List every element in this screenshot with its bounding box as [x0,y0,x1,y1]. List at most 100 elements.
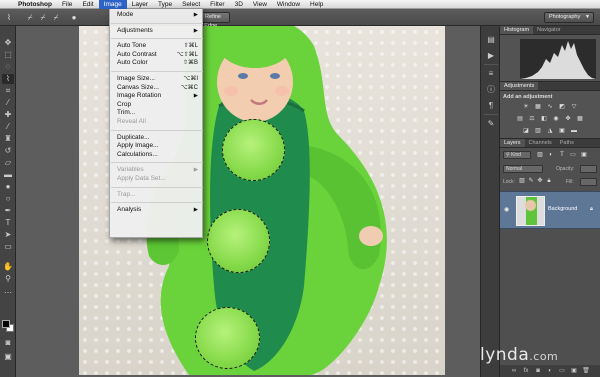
link-layers-icon[interactable]: ∞ [510,367,518,375]
history-brush-tool-icon[interactable]: ↺ [2,146,14,156]
menu-item-calculations[interactable]: Calculations... [110,151,204,159]
quick-selection-icon[interactable]: ⌇ [3,12,15,23]
type-filter-icon[interactable]: T [558,152,566,159]
info-panel-icon[interactable]: ⓘ [485,84,497,95]
threshold-icon[interactable]: ◮ [546,128,554,135]
pixel-filter-icon[interactable]: ▨ [536,152,544,159]
lock-all-icon[interactable]: 🔒︎ [545,178,553,185]
tab-layers[interactable]: Layers [500,139,525,147]
new-adjustment-layer-icon[interactable]: ◐ [546,367,554,375]
history-panel-icon[interactable]: ▤ [485,34,497,45]
menu-item-apply-image[interactable]: Apply Image... [110,142,204,150]
menu-image[interactable]: Image [98,0,127,9]
actions-panel-icon[interactable]: ▶ [485,50,497,61]
menu-view[interactable]: View [248,0,272,9]
brush-panel-icon[interactable]: ✎ [485,118,497,129]
menu-item-auto-tone[interactable]: Auto Tone ⇧⌘L [110,42,204,50]
fill-field[interactable] [580,178,597,186]
shape-filter-icon[interactable]: ▭ [569,152,577,159]
menu-item-duplicate[interactable]: Duplicate... [110,134,204,142]
tab-navigator[interactable]: Navigator [533,26,565,34]
menu-item-analysis[interactable]: Analysis ▶ [110,206,204,214]
foreground-color-swatch[interactable] [2,320,10,328]
layer-kind-filter[interactable]: ⚲ Kind [503,151,531,159]
channel-mixer-icon[interactable]: ✤ [564,116,572,123]
document-canvas[interactable] [16,26,480,377]
brightness-icon[interactable]: ☀ [522,104,530,111]
tab-paths[interactable]: Paths [556,139,578,147]
menu-help[interactable]: Help [305,0,328,9]
quick-mask-icon[interactable]: ◙ [2,338,14,348]
levels-icon[interactable]: ▦ [534,104,542,111]
menu-type[interactable]: Type [153,0,177,9]
healing-brush-tool-icon[interactable]: ✚ [2,110,14,120]
blend-mode-select[interactable]: Normal [503,165,543,173]
smart-object-filter-icon[interactable]: ▣ [580,152,588,159]
dodge-tool-icon[interactable]: ○ [2,194,14,204]
menu-item-image-rotation[interactable]: Image Rotation ▶ [110,92,204,100]
selective-color-icon[interactable]: ▣ [558,128,566,135]
menu-item-auto-contrast[interactable]: Auto Contrast ⌥⇧⌘L [110,51,204,59]
menu-item-crop[interactable]: Crop [110,101,204,109]
pen-tool-icon[interactable]: ✒ [2,206,14,216]
menu-select[interactable]: Select [177,0,205,9]
lock-pixels-icon[interactable]: ✎ [527,178,535,185]
delete-layer-icon[interactable]: 🗑︎ [582,367,590,375]
move-tool-icon[interactable]: ✥ [2,38,14,48]
lock-position-icon[interactable]: ✥ [536,178,544,185]
properties-panel-icon[interactable]: ≡ [485,68,497,79]
crop-tool-icon[interactable]: ⌗ [2,86,14,96]
opacity-field[interactable] [580,165,597,173]
clone-stamp-tool-icon[interactable]: ♜ [2,134,14,144]
posterize-icon[interactable]: ▥ [534,128,542,135]
blur-tool-icon[interactable]: ● [2,182,14,192]
color-balance-icon[interactable]: ⚖ [528,116,536,123]
pea-selection-bottom[interactable] [195,307,260,369]
menu-item-canvas-size[interactable]: Canvas Size... ⌥⌘C [110,84,204,92]
vibrance-icon[interactable]: ▽ [570,104,578,111]
layer-style-icon[interactable]: fx [522,367,530,375]
menu-file[interactable]: File [57,0,77,9]
type-tool-icon[interactable]: T [2,218,14,228]
subtract-selection-icon[interactable]: ⌿ [50,12,62,23]
gradient-map-icon[interactable]: ▬ [570,128,578,135]
menu-window[interactable]: Window [272,0,305,9]
menu-layer[interactable]: Layer [127,0,153,9]
menu-3d[interactable]: 3D [230,0,248,9]
add-mask-icon[interactable]: ◙ [534,367,542,375]
curves-icon[interactable]: ∿ [546,104,554,111]
menu-edit[interactable]: Edit [77,0,98,9]
menu-filter[interactable]: Filter [205,0,229,9]
layer-row-background[interactable]: ◉ Background 🔒︎ [500,191,600,229]
black-white-icon[interactable]: ◧ [540,116,548,123]
brush-size-icon[interactable]: ● [68,12,80,23]
tab-channels[interactable]: Channels [525,139,556,147]
hue-saturation-icon[interactable]: ▤ [516,116,524,123]
quick-selection-tool-icon[interactable]: ⌇ [2,74,14,84]
menu-photoshop[interactable]: Photoshop [13,0,57,9]
eye-icon[interactable]: ◉ [504,206,509,213]
path-selection-tool-icon[interactable]: ➤ [2,230,14,240]
new-group-icon[interactable]: ▭ [558,367,566,375]
hand-tool-icon[interactable]: ✋ [2,262,14,272]
new-selection-icon[interactable]: ⌿ [24,12,36,23]
menu-item-trim[interactable]: Trim... [110,109,204,117]
menu-item-mode[interactable]: Mode ▶ [110,11,204,19]
lasso-tool-icon[interactable]: ◌ [2,62,14,72]
zoom-tool-icon[interactable]: ⚲ [2,274,14,284]
pea-selection-top[interactable] [222,119,285,181]
tab-adjustments[interactable]: Adjustments [500,82,539,90]
add-to-selection-icon[interactable]: ⌿ [37,12,49,23]
photo-filter-icon[interactable]: ◉ [552,116,560,123]
workspace-select[interactable]: Photography ▼ [544,12,594,23]
paragraph-panel-icon[interactable]: ¶ [485,100,497,111]
new-layer-icon[interactable]: ▣ [570,367,578,375]
invert-icon[interactable]: ◪ [522,128,530,135]
pea-selection-middle[interactable] [207,209,270,273]
color-lookup-icon[interactable]: ▦ [576,116,584,123]
exposure-icon[interactable]: ◩ [558,104,566,111]
lock-transparency-icon[interactable]: ▨ [518,178,526,185]
screen-mode-icon[interactable]: ▣ [2,352,14,362]
shape-tool-icon[interactable]: ▭ [2,242,14,252]
menu-item-adjustments[interactable]: Adjustments ▶ [110,27,204,35]
